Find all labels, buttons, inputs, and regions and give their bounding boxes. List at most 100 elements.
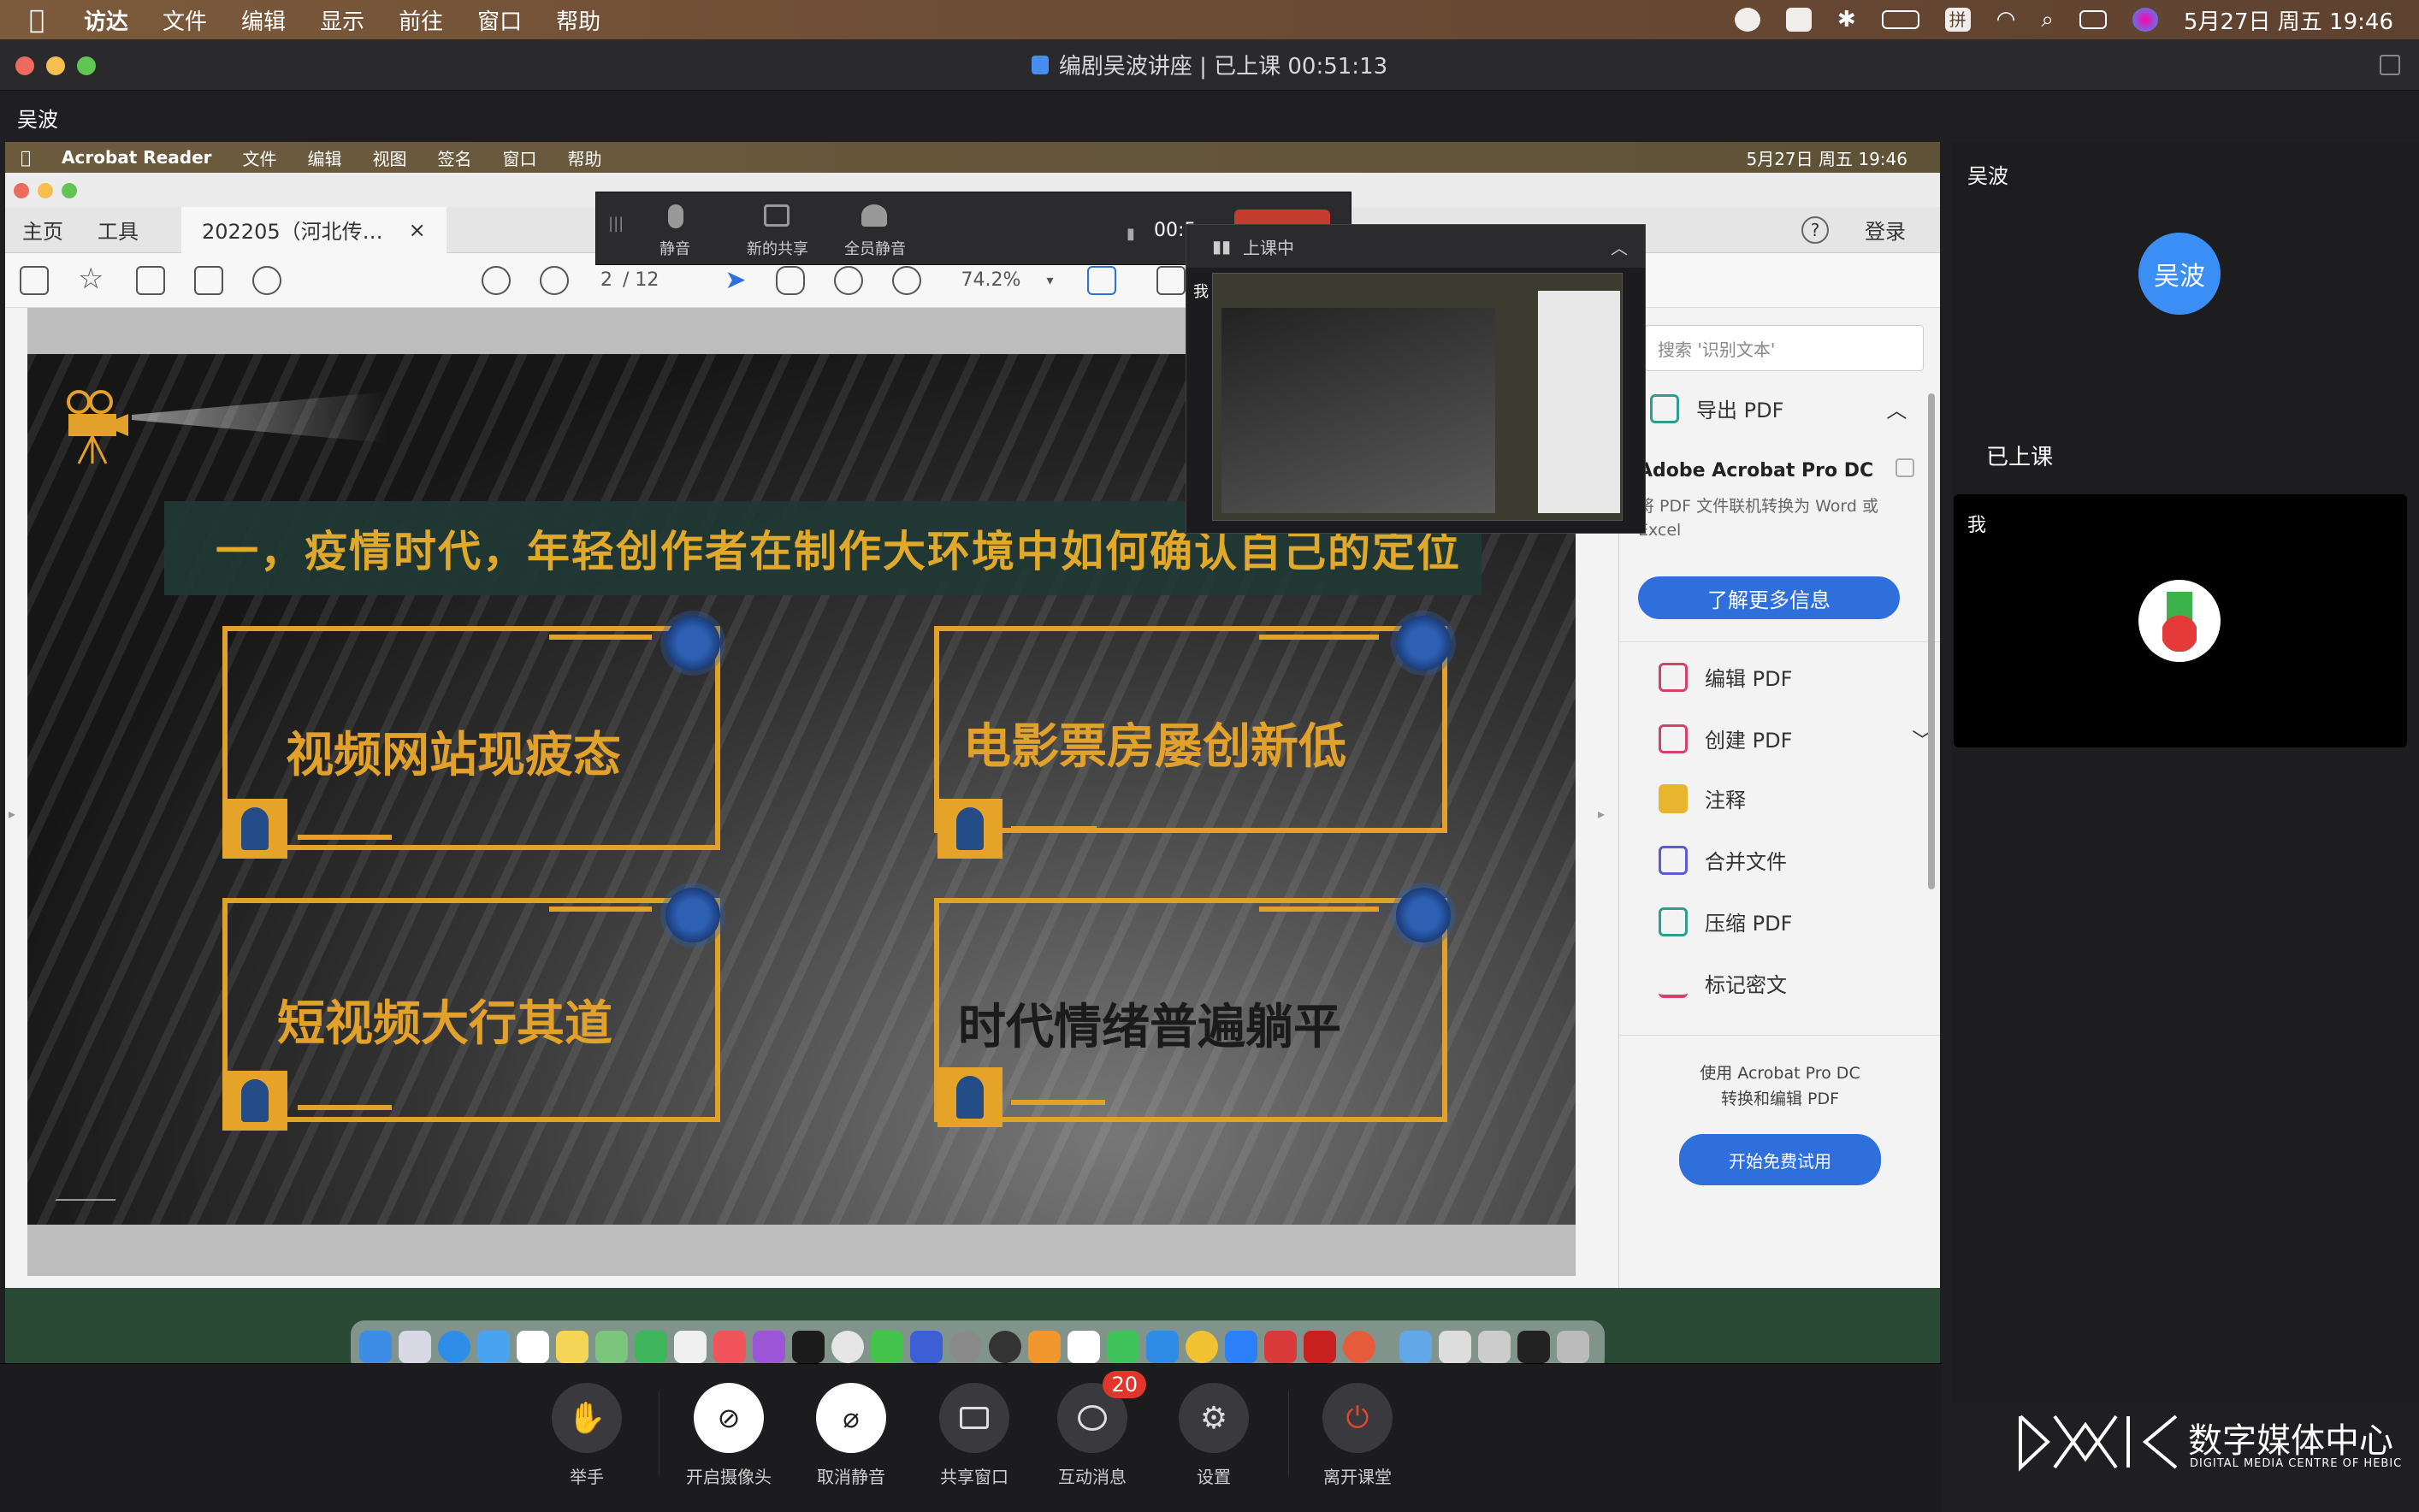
wps-app-icon [1264,1331,1297,1363]
wifi-icon[interactable]: ◠ [1996,7,2016,32]
copy-icon [1896,458,1914,477]
inner-menu-sign: 签名 [427,148,472,169]
siri-icon[interactable] [2132,8,2158,32]
decor-dash [549,635,652,640]
inner-menu-help: 帮助 [557,148,602,169]
hand-tool-icon [775,265,805,295]
sharer-name: 吴波 [17,108,58,132]
raise-hand-label: 举手 [570,1467,604,1487]
settings-button[interactable]: ⚙ [1179,1383,1249,1453]
tool-comment-label: 注释 [1705,788,1746,812]
mail-icon [477,1331,510,1363]
decor-dash [549,907,652,912]
screenshot-icon [1439,1331,1471,1363]
virus-icon [665,616,720,670]
wechat-icon [871,1331,903,1363]
person-icon [222,799,287,859]
share-window-button[interactable] [939,1383,1009,1453]
dmc-logo-mark-icon [2019,1415,2178,1472]
camera-control[interactable]: ⊘ 开启摄像头 [686,1383,772,1488]
messages-control[interactable]: 20 互动消息 [1057,1371,1146,1488]
menu-edit[interactable]: 编辑 [224,4,303,36]
self-video-card[interactable]: 我 [1954,494,2407,747]
share-control[interactable]: 共享窗口 [939,1383,1009,1488]
compress-pdf-icon [1659,907,1688,936]
close-window-button[interactable] [15,56,34,75]
decor-dash [1011,826,1097,831]
zoom-level: 74.2% [961,269,1021,291]
books-icon [1028,1331,1061,1363]
bottom-promo-line1: 使用 Acrobat Pro DC [1700,1064,1860,1083]
inner-apple-icon:  [5,147,46,168]
bluetooth-icon[interactable]: ✱ [1837,7,1856,32]
menu-go[interactable]: 前往 [381,4,460,36]
chrome-icon [831,1331,864,1363]
battery-icon[interactable] [1881,10,1919,29]
reeder-icon [910,1331,943,1363]
file-icon [1478,1331,1511,1363]
inner-clock: 5月27日 周五 19:46 [1746,148,1907,169]
input-method-icon[interactable]: 拼 [1944,8,1971,32]
new-share-label: 新的共享 [747,240,808,258]
appstore-icon [1146,1331,1179,1363]
control-center-icon[interactable] [2079,10,2107,29]
reminders-icon [1068,1331,1100,1363]
slide-box-4-text: 时代情绪普遍躺平 [958,1000,1341,1055]
messages-badge: 20 [1103,1371,1146,1398]
leave-button[interactable]: ⏻ [1322,1383,1393,1453]
mic-off-icon: ⌀ [843,1402,860,1434]
raise-hand-control[interactable]: ✋ 举手 [552,1383,622,1488]
export-pdf-item: 导出 PDF ︿ [1650,393,1907,423]
decor-dash [1259,635,1379,640]
slide-box-1: 视频网站现疲态 [222,626,720,850]
decor-dash [1259,907,1379,912]
fullscreen-icon[interactable] [2380,55,2400,75]
camera-off-icon: ⊘ [717,1402,741,1434]
host-card[interactable]: 吴波 吴波 [1954,142,2407,399]
menubar-clock[interactable]: 5月27日 周五 19:46 [2184,4,2393,36]
wps-icon[interactable] [1785,8,1812,32]
menu-finder[interactable]: 访达 [67,4,145,36]
menu-window[interactable]: 窗口 [460,4,539,36]
acrobat-minimize-button [38,183,53,198]
search-icon[interactable]: ⌕ [2041,7,2054,33]
learn-more-button: 了解更多信息 [1638,576,1900,619]
preview-header: ▮▮ 上课中 ︿ [1186,225,1645,268]
slide-box-2-text: 电影票房屡创新低 [963,719,1346,775]
redact-icon [1659,969,1688,998]
menu-help[interactable]: 帮助 [539,4,618,36]
login-link: 登录 [1865,220,1906,244]
host-avatar: 吴波 [2138,233,2221,315]
camera-button[interactable]: ⊘ [694,1383,764,1453]
acrobat-app-icon [1304,1331,1336,1363]
acrobat-window: 主页 工具 202205（河北传… × ? 登录 ☆ 2 / 12 ➤ 74.2… [5,173,1940,1288]
apple-logo-icon[interactable]:  [0,5,67,35]
menu-view[interactable]: 显示 [303,4,381,36]
leave-control[interactable]: ⏻ 离开课堂 [1322,1383,1393,1488]
messages-button[interactable]: 20 [1057,1371,1146,1453]
panel-scrollbar [1928,393,1935,889]
mute-label: 静音 [659,240,690,258]
tool-combine-label: 合并文件 [1705,850,1787,874]
unmute-button[interactable]: ⌀ [816,1383,886,1453]
export-pdf-icon [1650,393,1679,423]
shared-screen:  Acrobat Reader 文件 编辑 视图 签名 窗口 帮助 5月27日… [5,142,1940,1403]
launchpad-icon [399,1331,431,1363]
zoom-icon[interactable] [1734,8,1760,32]
virus-icon [665,888,720,942]
slide-box-1-text: 视频网站现疲态 [286,728,621,783]
tool-comment: 注释 [1659,783,1746,813]
raise-hand-button[interactable]: ✋ [552,1383,622,1453]
messages-label: 互动消息 [1058,1467,1127,1487]
share-preview-window: ▮▮ 上课中 ︿ 我 [1186,224,1646,534]
tool-edit-pdf: 编辑 PDF [1659,662,1792,692]
settings-control[interactable]: ⚙ 设置 [1179,1383,1249,1488]
leave-label: 离开课堂 [1323,1467,1392,1487]
zoom-window-button[interactable] [77,56,96,75]
panel-divider [1619,1035,1940,1036]
logo-english: DIGITAL MEDIA CENTRE OF HEBIC [2190,1457,2403,1470]
menu-file[interactable]: 文件 [145,4,224,36]
unmute-control[interactable]: ⌀ 取消静音 [816,1383,886,1488]
minimize-window-button[interactable] [46,56,65,75]
participant-column: 吴波 吴波 已上课 我 [1952,142,2419,1403]
